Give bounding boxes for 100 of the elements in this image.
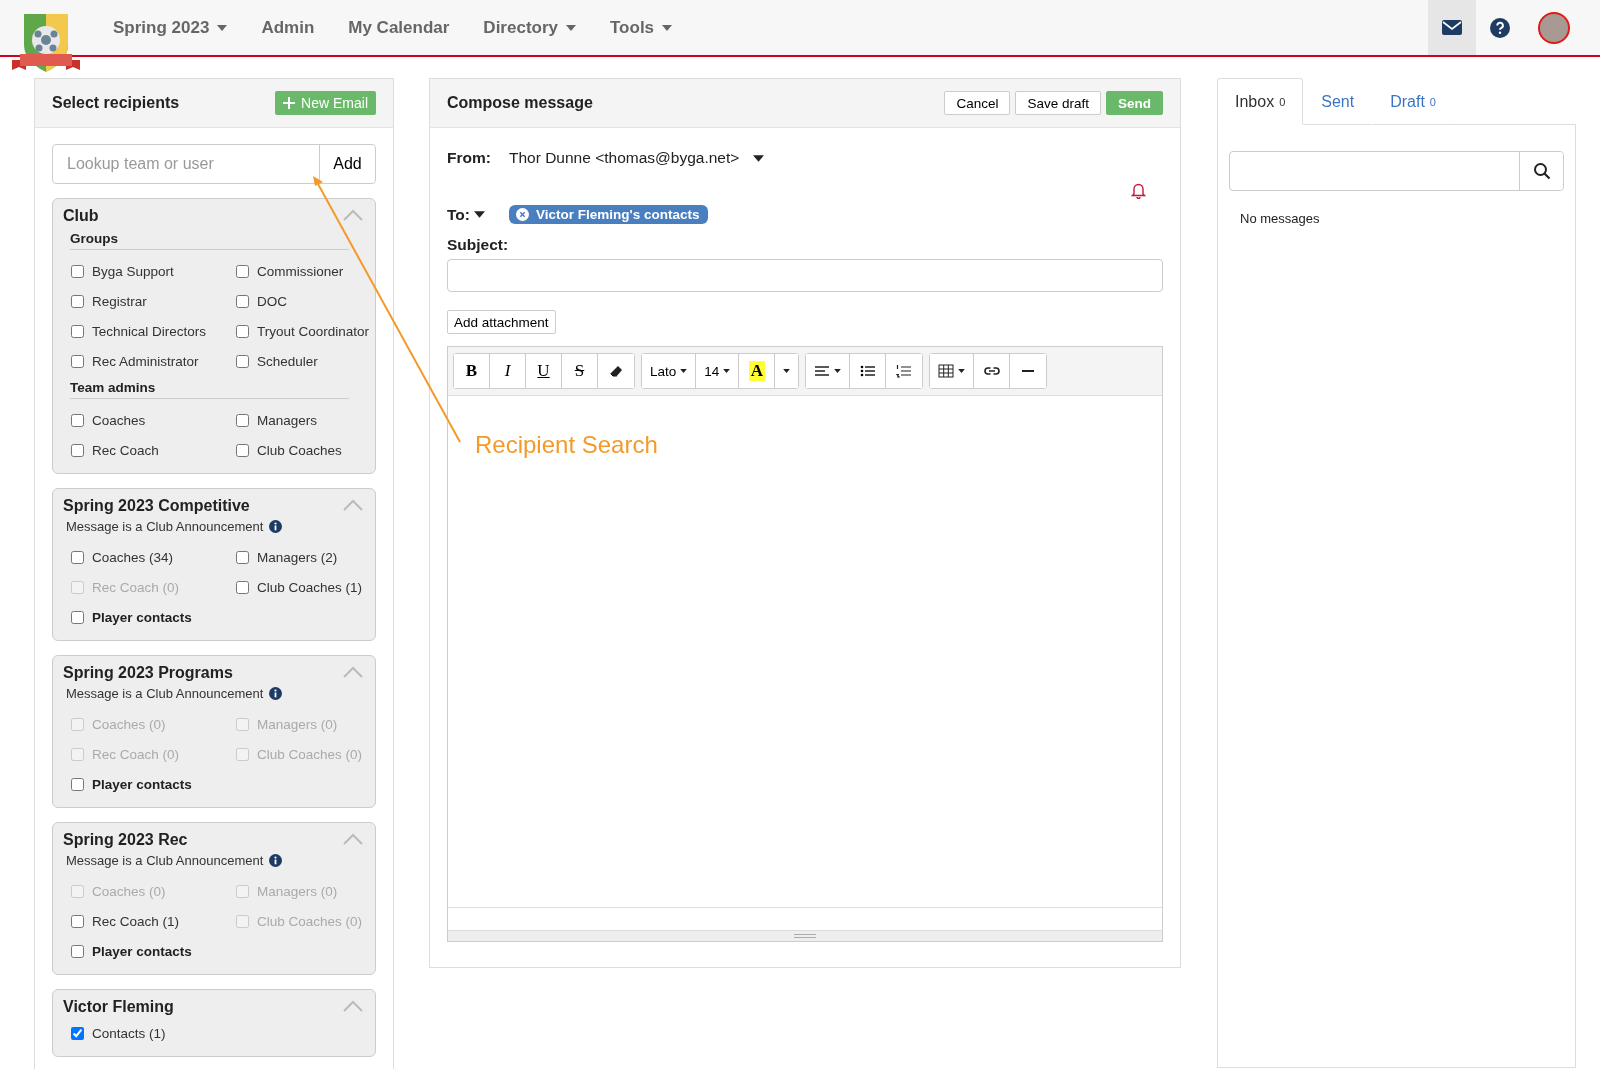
checkbox-label: Player contacts (92, 776, 192, 792)
checkbox-label: Player contacts (92, 609, 192, 625)
announcement-note: Message is a Club Announcement (66, 853, 264, 868)
announcement-note: Message is a Club Announcement (66, 686, 264, 701)
checkbox-label: Rec Coach (92, 442, 159, 458)
search-field[interactable] (1229, 151, 1564, 191)
nav-menu-item[interactable]: Directory (483, 17, 576, 38)
checkbox-label: Rec Coach (0) (92, 579, 180, 595)
checkbox[interactable] (236, 324, 249, 338)
checkbox-label: Byga Support (92, 263, 174, 279)
checkbox[interactable] (236, 443, 249, 457)
checkbox-label: Tryout Coordinator (257, 323, 370, 339)
nav-menu-item[interactable]: Admin (261, 17, 315, 38)
checkbox-label: Managers (257, 412, 318, 428)
checkbox[interactable] (236, 580, 249, 594)
checkbox-label: Coaches (92, 412, 146, 428)
checkbox[interactable] (236, 294, 249, 308)
horizontal-rule-icon (1022, 370, 1035, 372)
checkbox[interactable] (236, 550, 249, 564)
checkbox[interactable] (71, 354, 84, 368)
checkbox[interactable] (71, 1026, 84, 1040)
group-title: Club (63, 206, 99, 226)
align-button[interactable] (806, 354, 851, 388)
checkbox[interactable] (236, 413, 249, 427)
bell-icon (1131, 182, 1146, 199)
sender-dropdown[interactable]: Thor Dunne <thomas@byga.net> (509, 149, 765, 167)
checkbox-label: Contacts (1) (92, 1025, 166, 1041)
group-title: Spring 2023 Rec (63, 830, 188, 850)
plus-icon (283, 97, 296, 109)
nav-menu-item[interactable]: Spring 2023 (113, 17, 228, 38)
caret-icon (958, 369, 966, 373)
mail-button[interactable] (1428, 0, 1476, 55)
mailbox-tab[interactable]: Draft 0 (1372, 78, 1454, 125)
checkbox-label: Commissioner (257, 263, 344, 279)
panel-title: Select recipients (52, 94, 180, 112)
avatar[interactable] (1538, 11, 1570, 44)
checkbox[interactable] (71, 550, 84, 564)
font-dropdown[interactable]: Lato (642, 354, 697, 388)
checkbox-label: Player contacts (92, 943, 192, 959)
checkbox-label: Rec Coach (0) (92, 746, 180, 762)
empty-message: No messages (1240, 211, 1321, 226)
mailbox-tab[interactable]: Inbox 0 (1217, 78, 1304, 125)
caret-icon (783, 369, 791, 373)
group-heading: Team admins (70, 380, 349, 399)
search-button[interactable] (1519, 152, 1563, 190)
checkbox[interactable] (71, 294, 84, 308)
nav-menu-item[interactable]: My Calendar (348, 17, 450, 38)
checkbox-label: Club Coaches (257, 442, 342, 458)
recipient-chip[interactable]: Victor Fleming's contacts (509, 205, 708, 224)
eraser-icon (608, 363, 624, 379)
checkbox-label: Rec Coach (1) (92, 913, 180, 929)
from-label: From: (447, 149, 492, 167)
format-button[interactable]: B (454, 354, 490, 388)
checkbox[interactable] (236, 264, 249, 278)
group-heading: Groups (70, 231, 349, 250)
caret-icon (723, 369, 731, 373)
subject-label: Subject: (447, 236, 510, 254)
numbered-list-icon (896, 363, 913, 379)
info-icon (269, 520, 283, 533)
checkbox-label: Managers (2) (257, 549, 338, 565)
action-button[interactable]: Cancel (944, 91, 1011, 115)
checkbox[interactable] (71, 944, 84, 958)
group-title: Spring 2023 Competitive (63, 496, 250, 516)
bullet-list-icon (859, 363, 876, 379)
checkbox-label: Club Coaches (0) (257, 746, 363, 762)
checkbox-label: Managers (0) (257, 883, 338, 899)
checkbox-label: Managers (0) (257, 716, 338, 732)
search-icon (1532, 162, 1551, 180)
checkbox-label: Coaches (0) (92, 716, 166, 732)
checkbox-label: Scheduler (257, 353, 318, 369)
action-button[interactable]: Save draft (1015, 91, 1101, 115)
table-button[interactable] (930, 354, 975, 388)
subject-field[interactable] (447, 259, 1163, 292)
checkbox[interactable] (71, 413, 84, 427)
checkbox-label: Registrar (92, 293, 147, 309)
info-icon (269, 687, 283, 700)
caret-icon (753, 154, 765, 162)
caret-icon (473, 211, 485, 218)
add-attachment-button[interactable]: Add attachment (447, 310, 556, 334)
envelope-icon (1442, 20, 1462, 35)
add-button[interactable]: Add (319, 145, 375, 183)
checkbox[interactable] (71, 264, 84, 278)
checkbox[interactable] (71, 610, 84, 624)
to-dropdown[interactable]: To: (447, 205, 509, 224)
checkbox-label: Club Coaches (0) (257, 913, 363, 929)
table-icon (938, 363, 955, 379)
mailbox-tab[interactable]: Sent (1303, 78, 1373, 125)
checkbox-label: Technical Directors (92, 323, 207, 339)
lookup-field[interactable]: Lookup team or user Add (52, 144, 376, 184)
checkbox[interactable] (236, 354, 249, 368)
checkbox[interactable] (71, 777, 84, 791)
help-icon (1490, 17, 1510, 38)
group-title: Victor Fleming (63, 997, 174, 1017)
group-title: Spring 2023 Programs (63, 663, 233, 683)
remove-icon (516, 208, 529, 221)
nav-menu-item[interactable]: Tools (610, 17, 673, 38)
checkbox[interactable] (71, 914, 84, 928)
checkbox[interactable] (71, 324, 84, 338)
align-icon (814, 363, 831, 379)
checkbox[interactable] (71, 443, 84, 457)
